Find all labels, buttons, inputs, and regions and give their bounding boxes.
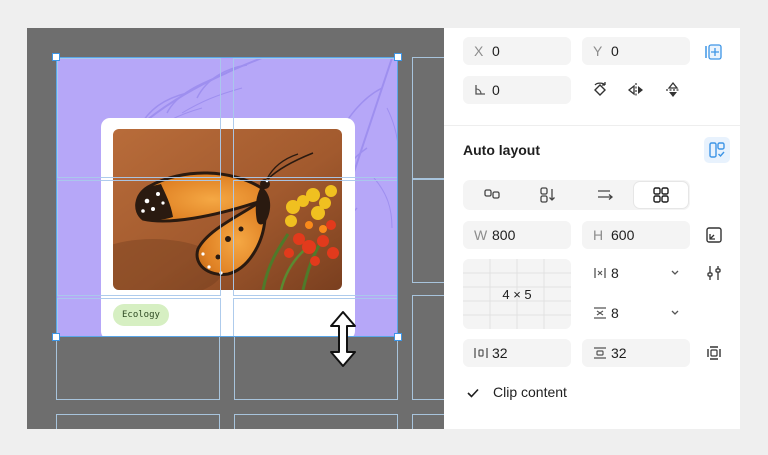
flip-vertical-icon[interactable] xyxy=(661,78,685,102)
topic-tag[interactable]: Ecology xyxy=(113,304,169,326)
grid-size-label: 4 × 5 xyxy=(502,286,532,302)
width-label: W xyxy=(474,227,488,243)
horizontal-padding-icon xyxy=(474,348,488,358)
grid-size-picker[interactable]: 4 × 5 xyxy=(463,259,571,329)
auto-layout-heading: Auto layout xyxy=(463,142,540,158)
vertical-resize-cursor-icon xyxy=(330,311,356,367)
flip-horizontal-icon[interactable] xyxy=(624,78,648,102)
selected-frame[interactable]: Ecology xyxy=(56,57,398,337)
y-position-field[interactable]: Y 0 xyxy=(582,37,690,65)
auto-layout-suggestions-icon[interactable] xyxy=(704,137,730,163)
horizontal-padding-value[interactable]: 32 xyxy=(492,345,508,361)
vertical-gap-field[interactable]: 8 xyxy=(582,299,690,327)
grid-cell xyxy=(56,414,220,429)
rotation-value[interactable]: 0 xyxy=(492,82,500,98)
height-field[interactable]: H 600 xyxy=(582,221,690,249)
grid-cell xyxy=(412,295,444,400)
grid-cell xyxy=(412,57,444,180)
vertical-padding-field[interactable]: 32 xyxy=(582,339,690,367)
vertical-padding-value[interactable]: 32 xyxy=(611,345,627,361)
grid-cell xyxy=(412,414,444,429)
checkbox-checked-icon[interactable] xyxy=(466,386,480,400)
layout-horizontal-icon xyxy=(484,189,500,199)
y-label: Y xyxy=(593,43,603,59)
direction-vertical-button[interactable] xyxy=(521,182,575,208)
x-label: X xyxy=(474,43,484,59)
butterfly-photo xyxy=(113,129,342,290)
properties-panel: X 0 Y 0 0 Auto layout W 800 H 600 4 × 5 … xyxy=(444,28,740,429)
horizontal-padding-field[interactable]: 32 xyxy=(463,339,571,367)
rotate-icon[interactable] xyxy=(588,78,612,102)
layout-grid-icon xyxy=(653,187,669,203)
direction-grid-button[interactable] xyxy=(634,182,688,208)
layout-vertical-icon xyxy=(540,187,555,203)
resize-handle-bottom-left[interactable] xyxy=(52,333,60,341)
individual-padding-icon[interactable] xyxy=(702,341,726,365)
x-position-field[interactable]: X 0 xyxy=(463,37,571,65)
resize-handle-bottom-right[interactable] xyxy=(394,333,402,341)
horizontal-gap-value[interactable]: 8 xyxy=(611,265,619,281)
grid-cell xyxy=(234,414,398,429)
direction-wrap-button[interactable] xyxy=(578,182,632,208)
height-value[interactable]: 600 xyxy=(611,227,634,243)
horizontal-gap-field[interactable]: 8 xyxy=(582,259,690,287)
vertical-padding-icon xyxy=(594,347,606,359)
width-value[interactable]: 800 xyxy=(492,227,515,243)
design-canvas[interactable]: Ecology xyxy=(27,28,444,429)
chevron-down-icon[interactable] xyxy=(670,309,680,317)
width-field[interactable]: W 800 xyxy=(463,221,571,249)
x-value[interactable]: 0 xyxy=(492,43,500,59)
content-card[interactable]: Ecology xyxy=(101,118,355,336)
layout-direction-control[interactable] xyxy=(463,180,690,210)
clip-content-label[interactable]: Clip content xyxy=(493,384,567,400)
vertical-gap-icon xyxy=(594,307,606,319)
chevron-down-icon[interactable] xyxy=(670,269,680,277)
layout-wrap-icon xyxy=(598,190,614,200)
resize-handle-top-left[interactable] xyxy=(52,53,60,61)
resize-to-fit-icon[interactable] xyxy=(702,223,726,247)
constraints-icon[interactable] xyxy=(702,40,726,64)
rotation-field[interactable]: 0 xyxy=(463,76,571,104)
direction-horizontal-button[interactable] xyxy=(465,182,519,208)
vertical-gap-value[interactable]: 8 xyxy=(611,305,619,321)
grid-cell xyxy=(412,178,444,283)
section-divider xyxy=(444,125,740,126)
horizontal-gap-icon xyxy=(594,268,606,278)
y-value[interactable]: 0 xyxy=(611,43,619,59)
angle-icon xyxy=(475,85,485,95)
height-label: H xyxy=(593,227,604,243)
spacing-settings-icon[interactable] xyxy=(702,261,726,285)
resize-handle-top-right[interactable] xyxy=(394,53,402,61)
